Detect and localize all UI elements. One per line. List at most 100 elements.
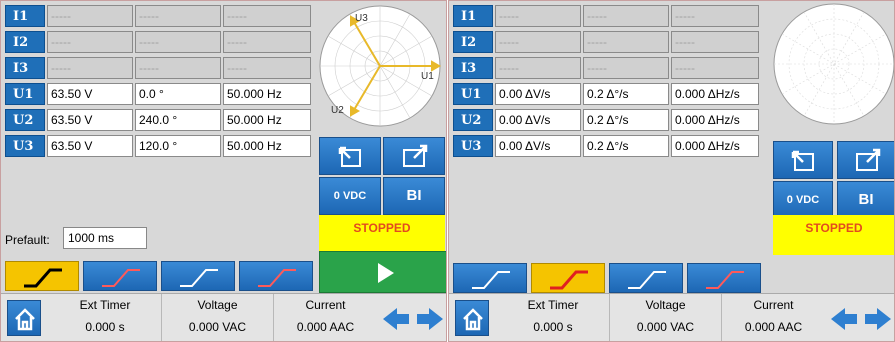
- current-readout: Current 0.000 AAC: [721, 294, 825, 341]
- current-value: 0.000 AAC: [744, 320, 803, 334]
- channel-row-u3[interactable]: U3 63.50 V 120.0 ° 50.000 Hz: [5, 135, 311, 157]
- channel-row-u2[interactable]: U2 0.00 ΔV/s 0.2 Δ°/s 0.000 ΔHz/s: [453, 109, 759, 131]
- channel-amplitude-rate[interactable]: -----: [495, 5, 581, 27]
- channel-phase[interactable]: 0.0 °: [135, 83, 221, 105]
- channel-row-i2[interactable]: I2 ----- ----- -----: [5, 31, 311, 53]
- tab-ramp-3[interactable]: [609, 263, 683, 293]
- channel-frequency-rate[interactable]: -----: [671, 5, 759, 27]
- binary-input-button[interactable]: BI: [383, 177, 445, 215]
- channel-frequency-rate[interactable]: -----: [671, 31, 759, 53]
- channel-label[interactable]: U1: [453, 83, 493, 105]
- prefault-input[interactable]: 1000 ms: [63, 227, 147, 249]
- channel-phase[interactable]: -----: [135, 5, 221, 27]
- channel-amplitude-rate[interactable]: 0.00 ΔV/s: [495, 135, 581, 157]
- channel-label[interactable]: U1: [5, 83, 45, 105]
- phasor-label-u1: U1: [421, 71, 434, 82]
- channel-frequency[interactable]: -----: [223, 57, 311, 79]
- channel-row-u1[interactable]: U1 0.00 ΔV/s 0.2 Δ°/s 0.000 ΔHz/s: [453, 83, 759, 105]
- channel-row-i3[interactable]: I3 ----- ----- -----: [5, 57, 311, 79]
- channel-label[interactable]: I3: [453, 57, 493, 79]
- channel-frequency-rate[interactable]: 0.000 ΔHz/s: [671, 109, 759, 131]
- home-icon: [463, 308, 483, 331]
- voltage-value: 0.000 VAC: [636, 320, 695, 334]
- screen-right: I1 ----- ----- ----- I2 ----- ----- ----…: [448, 0, 895, 342]
- tab-ramp-2[interactable]: [531, 263, 605, 293]
- channel-label[interactable]: I1: [453, 5, 493, 27]
- ext-timer-readout: Ext Timer 0.000 s: [49, 294, 161, 341]
- channel-row-u3[interactable]: U3 0.00 ΔV/s 0.2 Δ°/s 0.000 ΔHz/s: [453, 135, 759, 157]
- tab-ramp-1[interactable]: [5, 261, 79, 291]
- current-readout: Current 0.000 AAC: [273, 294, 377, 341]
- channel-label[interactable]: U3: [5, 135, 45, 157]
- channel-amplitude-rate[interactable]: 0.00 ΔV/s: [495, 109, 581, 131]
- channel-phase-rate[interactable]: -----: [583, 57, 669, 79]
- dc-output-button[interactable]: 0 VDC: [319, 177, 381, 215]
- channel-row-i2[interactable]: I2 ----- ----- -----: [453, 31, 759, 53]
- tab-ramp-2[interactable]: [83, 261, 157, 291]
- channel-amplitude-rate[interactable]: 0.00 ΔV/s: [495, 83, 581, 105]
- channel-amplitude[interactable]: -----: [47, 57, 133, 79]
- channel-row-u2[interactable]: U2 63.50 V 240.0 ° 50.000 Hz: [5, 109, 311, 131]
- channel-label[interactable]: U3: [453, 135, 493, 157]
- channel-frequency[interactable]: -----: [223, 31, 311, 53]
- channel-phase-rate[interactable]: 0.2 Δ°/s: [583, 135, 669, 157]
- channel-amplitude[interactable]: 63.50 V: [47, 83, 133, 105]
- channel-phase-rate[interactable]: 0.2 Δ°/s: [583, 83, 669, 105]
- tab-ramp-3[interactable]: [161, 261, 235, 291]
- channel-phase-rate[interactable]: -----: [583, 31, 669, 53]
- export-button[interactable]: [319, 137, 381, 175]
- phasor-label-u3: U3: [355, 13, 368, 24]
- arrow-right-icon[interactable]: [417, 308, 443, 330]
- channel-label[interactable]: U2: [5, 109, 45, 131]
- edit-icon: [403, 144, 428, 167]
- channel-row-i3[interactable]: I3 ----- ----- -----: [453, 57, 759, 79]
- ramp-up-icon: [102, 269, 140, 287]
- channel-label[interactable]: I1: [5, 5, 45, 27]
- home-button[interactable]: [455, 300, 489, 336]
- tab-ramp-1[interactable]: [453, 263, 527, 293]
- channel-amplitude[interactable]: -----: [47, 5, 133, 27]
- channel-amplitude[interactable]: 63.50 V: [47, 135, 133, 157]
- channel-frequency-rate[interactable]: -----: [671, 57, 759, 79]
- tab-ramp-4[interactable]: [687, 263, 761, 293]
- channel-phase[interactable]: 240.0 °: [135, 109, 221, 131]
- status-bar: Ext Timer 0.000 s Voltage 0.000 VAC Curr…: [1, 293, 446, 341]
- channel-amplitude-rate[interactable]: -----: [495, 31, 581, 53]
- channel-row-i1[interactable]: I1 ----- ----- -----: [5, 5, 311, 27]
- export-button[interactable]: [773, 141, 833, 179]
- channel-row-u1[interactable]: U1 63.50 V 0.0 ° 50.000 Hz: [5, 83, 311, 105]
- tab-ramp-4[interactable]: [239, 261, 313, 291]
- channel-amplitude[interactable]: -----: [47, 31, 133, 53]
- channel-frequency[interactable]: 50.000 Hz: [223, 109, 311, 131]
- channel-frequency[interactable]: 50.000 Hz: [223, 83, 311, 105]
- channel-label[interactable]: U2: [453, 109, 493, 131]
- channel-row-i1[interactable]: I1 ----- ----- -----: [453, 5, 759, 27]
- home-button[interactable]: [7, 300, 41, 336]
- channel-phase[interactable]: -----: [135, 57, 221, 79]
- channel-amplitude[interactable]: 63.50 V: [47, 109, 133, 131]
- channel-phase[interactable]: 120.0 °: [135, 135, 221, 157]
- channel-frequency-rate[interactable]: 0.000 ΔHz/s: [671, 83, 759, 105]
- channel-label[interactable]: I3: [5, 57, 45, 79]
- current-label: Current: [305, 298, 346, 312]
- arrow-left-icon[interactable]: [383, 308, 409, 330]
- play-button[interactable]: [319, 251, 446, 293]
- phasor-diagram: U1 U2 U3: [319, 5, 441, 127]
- channel-phase-rate[interactable]: -----: [583, 5, 669, 27]
- channel-label[interactable]: I2: [453, 31, 493, 53]
- channel-amplitude-rate[interactable]: -----: [495, 57, 581, 79]
- channel-frequency-rate[interactable]: 0.000 ΔHz/s: [671, 135, 759, 157]
- channel-phase-rate[interactable]: 0.2 Δ°/s: [583, 109, 669, 131]
- arrow-left-icon[interactable]: [831, 308, 857, 330]
- binary-input-button[interactable]: BI: [837, 181, 894, 219]
- edit-button[interactable]: [837, 141, 894, 179]
- channel-frequency[interactable]: 50.000 Hz: [223, 135, 311, 157]
- arrow-right-icon[interactable]: [865, 308, 891, 330]
- channel-frequency[interactable]: -----: [223, 5, 311, 27]
- ext-timer-label: Ext Timer: [79, 298, 131, 312]
- navigation-arrows: [827, 304, 894, 334]
- channel-label[interactable]: I2: [5, 31, 45, 53]
- channel-phase[interactable]: -----: [135, 31, 221, 53]
- edit-button[interactable]: [383, 137, 445, 175]
- dc-output-button[interactable]: 0 VDC: [773, 181, 833, 219]
